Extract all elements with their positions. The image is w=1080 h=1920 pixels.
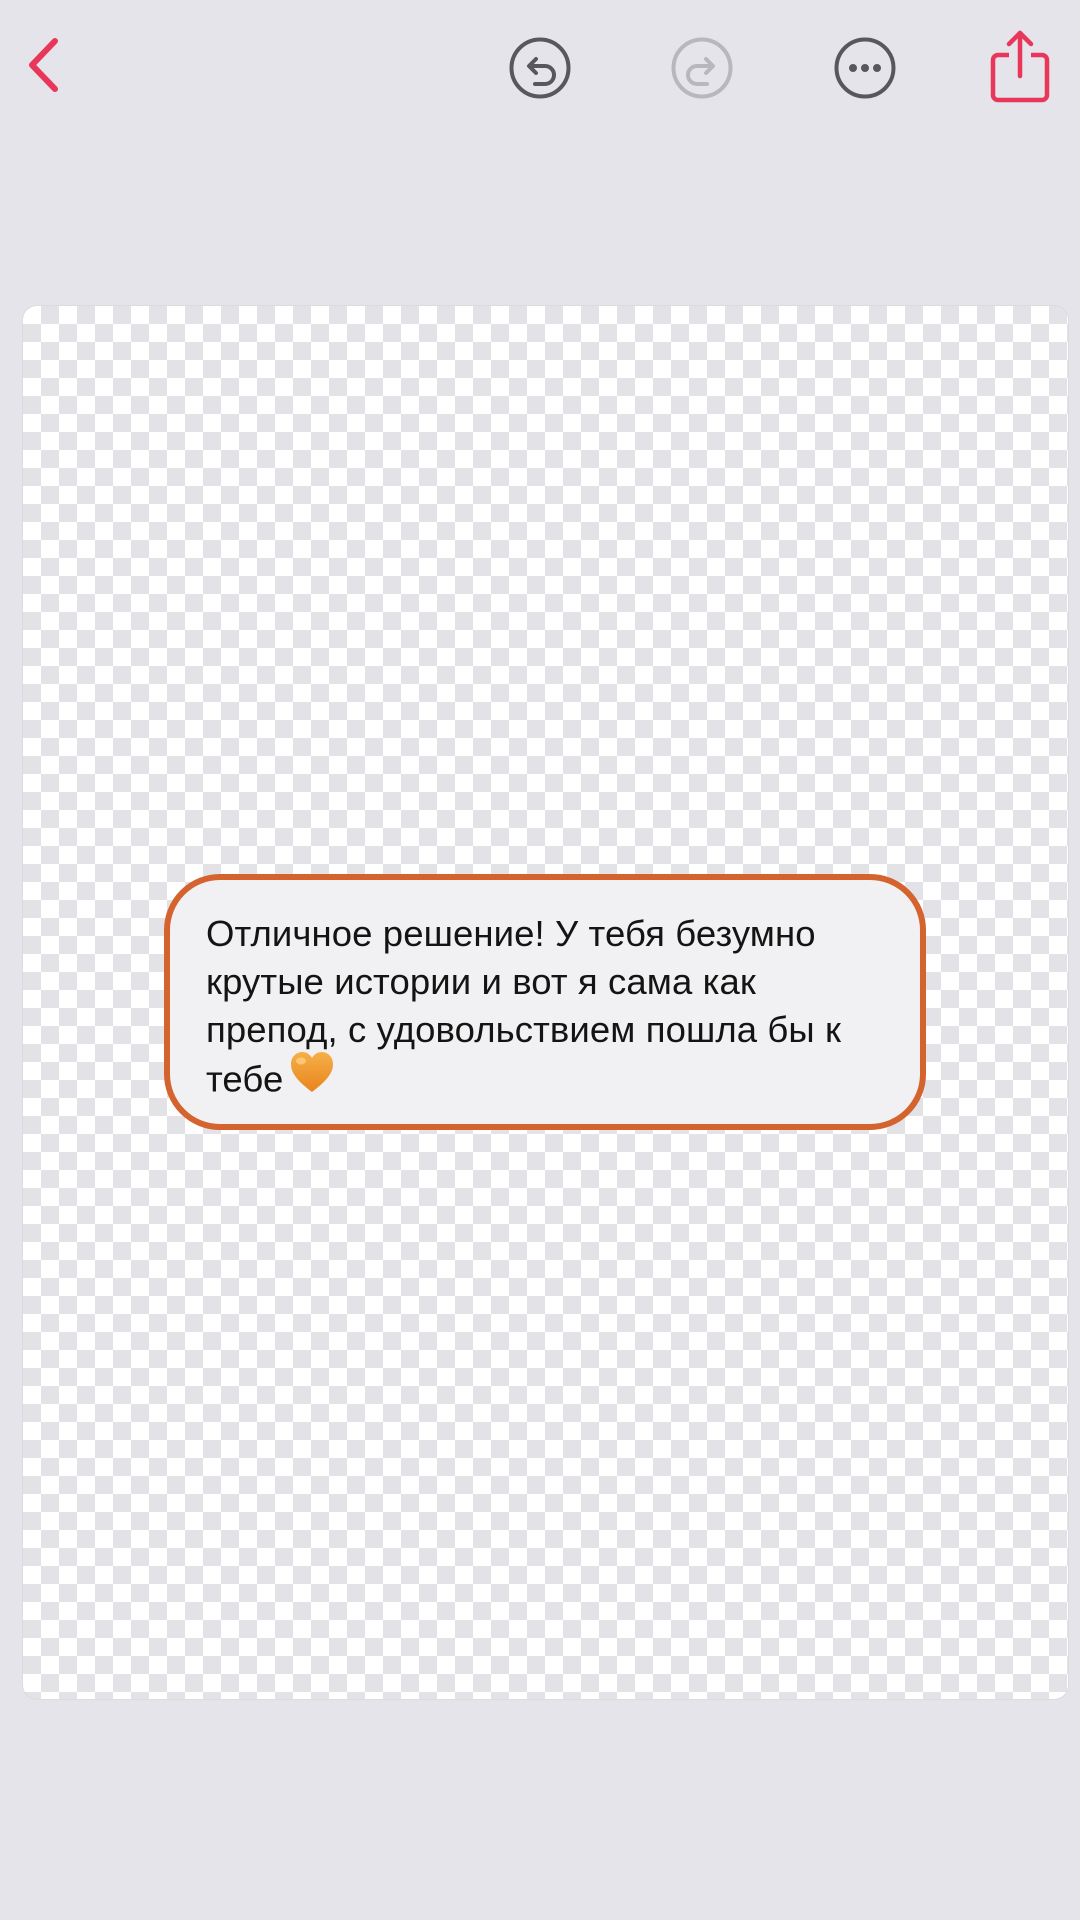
ellipsis-circle-icon xyxy=(834,37,896,99)
undo-button[interactable] xyxy=(505,33,575,103)
share-button[interactable] xyxy=(985,26,1055,106)
orange-heart-icon xyxy=(289,1050,335,1106)
message-bubble[interactable]: Отличное решение! У тебя безумно крутые … xyxy=(164,874,926,1130)
redo-button[interactable] xyxy=(667,33,737,103)
top-toolbar xyxy=(0,0,1080,140)
undo-icon xyxy=(509,37,571,99)
chevron-left-icon xyxy=(29,38,58,92)
message-text-block: Отличное решение! У тебя безумно крутые … xyxy=(206,910,886,1110)
back-button[interactable] xyxy=(10,30,76,100)
share-icon xyxy=(990,30,1050,103)
more-options-button[interactable] xyxy=(830,33,900,103)
redo-icon xyxy=(671,37,733,99)
editor-screen: Отличное решение! У тебя безумно крутые … xyxy=(0,0,1080,1920)
